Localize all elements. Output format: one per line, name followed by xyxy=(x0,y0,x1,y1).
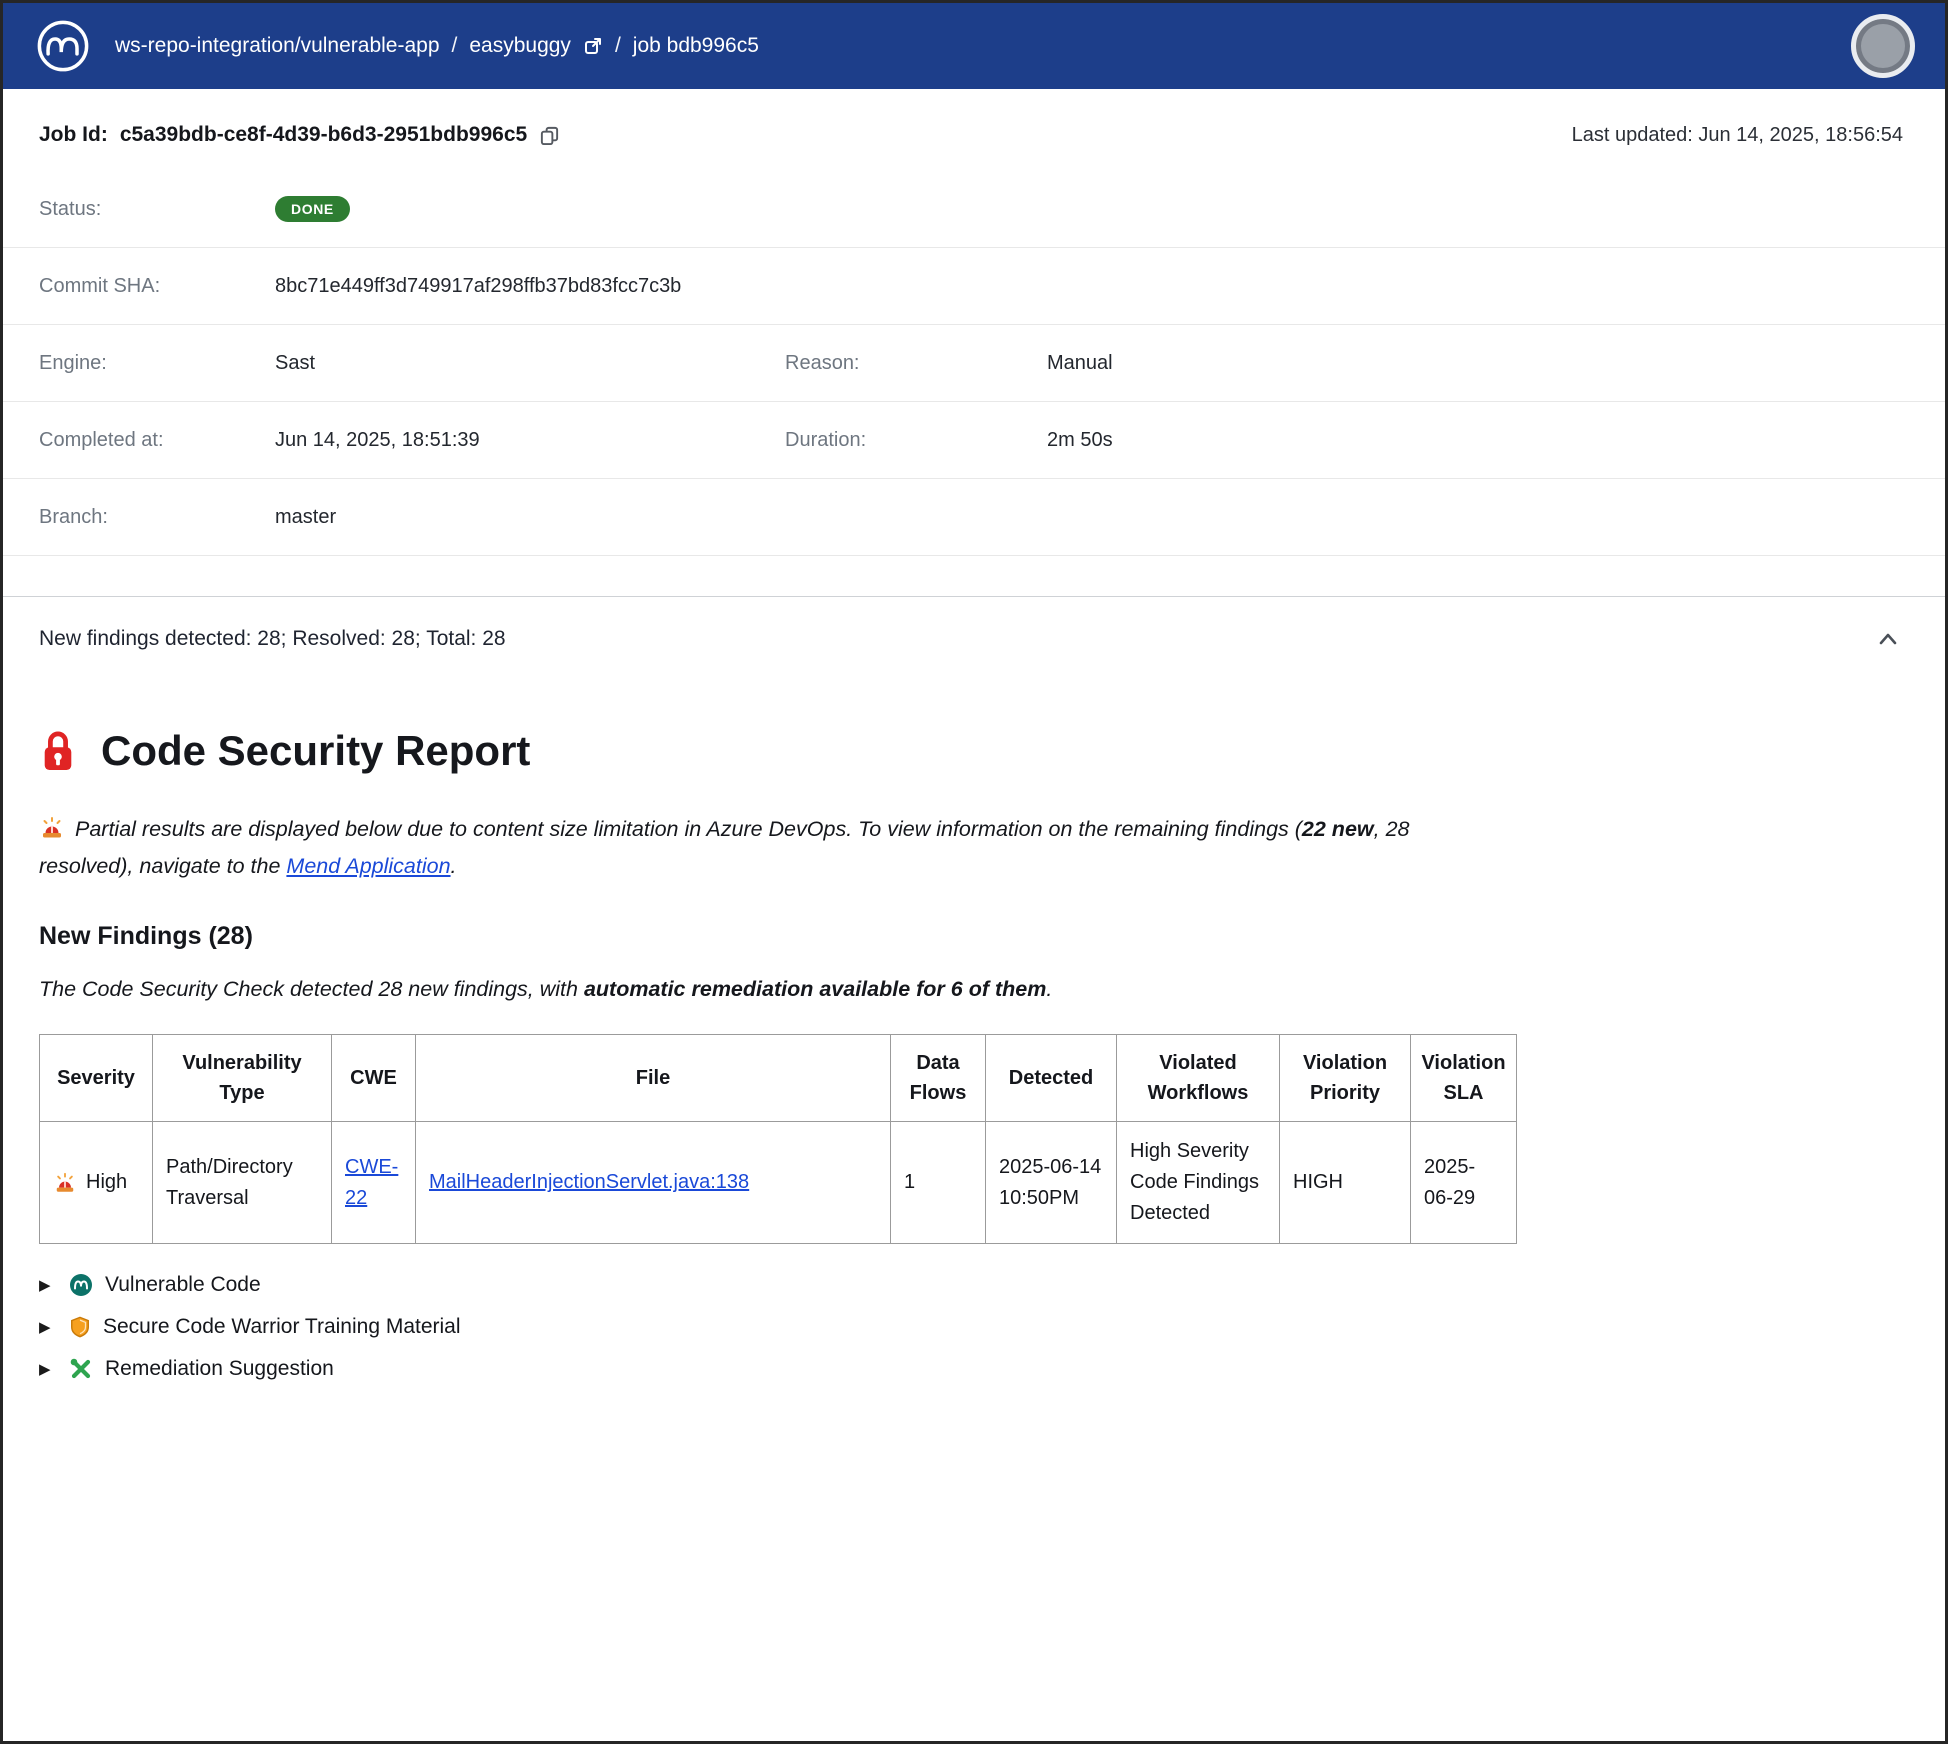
file-cell: MailHeaderInjectionServlet.java:138 xyxy=(416,1122,891,1244)
report-title-text: Code Security Report xyxy=(101,727,530,775)
chevron-up-icon[interactable] xyxy=(1877,630,1899,648)
data-flows-cell: 1 xyxy=(891,1122,986,1244)
partial-text-suffix: . xyxy=(451,854,457,878)
siren-icon xyxy=(53,1172,77,1194)
duration-value: 2m 50s xyxy=(1047,429,1945,452)
field-row-branch: Branch: master xyxy=(3,479,1945,556)
violated-workflows-cell: High Severity Code Findings Detected xyxy=(1117,1122,1280,1244)
branch-value: master xyxy=(275,506,1945,529)
triangle-right-icon: ▶ xyxy=(39,1278,57,1293)
file-link[interactable]: MailHeaderInjectionServlet.java:138 xyxy=(429,1171,749,1193)
severity-cell: High xyxy=(40,1122,153,1244)
vulnerable-code-icon xyxy=(69,1273,93,1297)
finding-detail-expanders: ▶ Vulnerable Code ▶ xyxy=(39,1264,1905,1390)
detected-text-bold: automatic remediation available for 6 of… xyxy=(584,977,1046,1001)
page: ws-repo-integration/vulnerable-app / eas… xyxy=(0,0,1948,1744)
breadcrumb-separator: / xyxy=(615,34,621,58)
breadcrumb-separator: / xyxy=(452,34,458,58)
header-file: File xyxy=(416,1035,891,1122)
breadcrumb: ws-repo-integration/vulnerable-app / eas… xyxy=(115,34,759,58)
main-content: Job Id: c5a39bdb-ce8f-4d39-b6d3-2951bdb9… xyxy=(3,89,1945,1430)
expander-vulnerable-code[interactable]: ▶ Vulnerable Code xyxy=(39,1264,1905,1306)
user-avatar[interactable] xyxy=(1851,14,1915,78)
job-id-value: c5a39bdb-ce8f-4d39-b6d3-2951bdb996c5 xyxy=(120,123,527,147)
findings-header-row: Severity Vulnerability Type CWE File Dat… xyxy=(40,1035,1517,1122)
copy-icon[interactable] xyxy=(539,125,560,146)
expander-label: Remediation Suggestion xyxy=(105,1357,334,1381)
expander-label: Secure Code Warrior Training Material xyxy=(103,1315,461,1339)
field-row-completed-duration: Completed at: Jun 14, 2025, 18:51:39 Dur… xyxy=(3,402,1945,479)
violation-sla-cell: 2025-06-29 xyxy=(1411,1122,1517,1244)
new-findings-heading: New Findings (28) xyxy=(39,922,1905,951)
job-id: Job Id: c5a39bdb-ce8f-4d39-b6d3-2951bdb9… xyxy=(39,123,560,147)
mend-logo-icon[interactable] xyxy=(35,18,91,74)
expander-label: Vulnerable Code xyxy=(105,1273,261,1297)
field-row-commit: Commit SHA: 8bc71e449ff3d749917af298ffb3… xyxy=(3,248,1945,325)
completed-at-label: Completed at: xyxy=(39,429,275,452)
commit-sha-value: 8bc71e449ff3d749917af298ffb37bd83fcc7c3b xyxy=(275,275,1945,298)
header-violation-sla: Violation SLA xyxy=(1411,1035,1517,1122)
detected-text-suffix: . xyxy=(1046,977,1052,1001)
breadcrumb-job: job bdb996c5 xyxy=(633,34,759,58)
vulnerability-type-cell: Path/Directory Traversal xyxy=(153,1122,332,1244)
reason-label: Reason: xyxy=(785,352,1047,375)
partial-text-bold: 22 new xyxy=(1302,817,1374,841)
engine-value: Sast xyxy=(275,352,785,375)
header-data-flows: Data Flows xyxy=(891,1035,986,1122)
field-row-status: Status: DONE xyxy=(3,171,1945,248)
triangle-right-icon: ▶ xyxy=(39,1362,57,1377)
partial-text-prefix: Partial results are displayed below due … xyxy=(75,817,1302,841)
lock-icon xyxy=(39,728,77,774)
duration-label: Duration: xyxy=(785,429,1047,452)
status-label: Status: xyxy=(39,198,275,221)
breadcrumb-repo[interactable]: ws-repo-integration/vulnerable-app xyxy=(115,34,440,58)
expander-training-material[interactable]: ▶ Secure Code Warrior Training Material xyxy=(39,1306,1905,1348)
code-security-report: Code Security Report Partial results are… xyxy=(3,681,1945,1430)
expander-remediation-suggestion[interactable]: ▶ Remediation Suggestion xyxy=(39,1348,1905,1390)
header-violation-priority: Violation Priority xyxy=(1280,1035,1411,1122)
siren-icon xyxy=(39,816,65,850)
header-vulnerability-type: Vulnerability Type xyxy=(153,1035,332,1122)
header-detected: Detected xyxy=(986,1035,1117,1122)
detected-summary: The Code Security Check detected 28 new … xyxy=(39,977,1905,1002)
shield-icon xyxy=(69,1315,91,1339)
findings-summary-text: New findings detected: 28; Resolved: 28;… xyxy=(39,627,506,651)
job-id-label: Job Id: xyxy=(39,123,108,147)
header-cwe: CWE xyxy=(332,1035,416,1122)
completed-at-value: Jun 14, 2025, 18:51:39 xyxy=(275,429,785,452)
violation-priority-cell: HIGH xyxy=(1280,1122,1411,1244)
severity-value: High xyxy=(86,1167,127,1198)
status-badge: DONE xyxy=(275,196,350,222)
breadcrumb-project[interactable]: easybuggy xyxy=(469,34,571,58)
field-row-engine-reason: Engine: Sast Reason: Manual xyxy=(3,325,1945,402)
mend-application-link[interactable]: Mend Application xyxy=(286,854,450,878)
top-navbar: ws-repo-integration/vulnerable-app / eas… xyxy=(3,3,1945,89)
header-severity: Severity xyxy=(40,1035,153,1122)
commit-sha-label: Commit SHA: xyxy=(39,275,275,298)
detected-text-prefix: The Code Security Check detected 28 new … xyxy=(39,977,584,1001)
detected-cell: 2025-06-14 10:50PM xyxy=(986,1122,1117,1244)
cwe-link[interactable]: CWE-22 xyxy=(345,1156,398,1209)
table-row: High Path/Directory Traversal CWE-22 Mai… xyxy=(40,1122,1517,1244)
report-title: Code Security Report xyxy=(39,727,1905,775)
last-updated: Last updated: Jun 14, 2025, 18:56:54 xyxy=(1572,124,1903,147)
triangle-right-icon: ▶ xyxy=(39,1320,57,1335)
job-header: Job Id: c5a39bdb-ce8f-4d39-b6d3-2951bdb9… xyxy=(3,89,1945,171)
reason-value: Manual xyxy=(1047,352,1945,375)
status-value: DONE xyxy=(275,196,350,222)
findings-table: Severity Vulnerability Type CWE File Dat… xyxy=(39,1034,1517,1244)
findings-summary-bar: New findings detected: 28; Resolved: 28;… xyxy=(3,596,1945,681)
branch-label: Branch: xyxy=(39,506,275,529)
partial-results-note: Partial results are displayed below due … xyxy=(39,813,1499,882)
job-fields: Status: DONE Commit SHA: 8bc71e449ff3d74… xyxy=(3,171,1945,556)
crossed-tools-icon xyxy=(69,1357,93,1381)
external-link-icon[interactable] xyxy=(583,36,603,56)
cwe-cell: CWE-22 xyxy=(332,1122,416,1244)
engine-label: Engine: xyxy=(39,352,275,375)
header-violated-workflows: Violated Workflows xyxy=(1117,1035,1280,1122)
